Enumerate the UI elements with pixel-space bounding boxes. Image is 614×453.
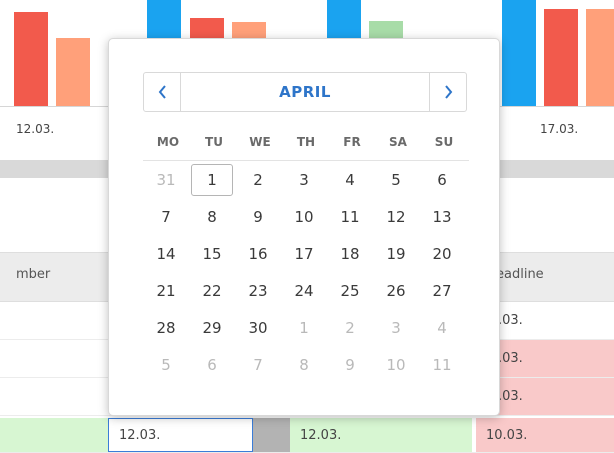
calendar-day[interactable]: 15 <box>191 238 233 270</box>
calendar-day[interactable]: 8 <box>283 349 325 381</box>
deadline-cell[interactable]: .03. <box>488 340 614 377</box>
chevron-left-icon <box>158 85 167 99</box>
column-header-number[interactable]: mber <box>16 267 50 282</box>
date-input[interactable]: 12.03. <box>108 418 253 452</box>
calendar-day[interactable]: 6 <box>191 349 233 381</box>
calendar-day[interactable]: 24 <box>283 275 325 307</box>
calendar-day[interactable]: 1 <box>283 312 325 344</box>
chart-bar <box>544 9 578 106</box>
table-cell[interactable] <box>0 418 108 452</box>
calendar-day[interactable]: 26 <box>375 275 417 307</box>
date-picker-popup: APRIL MO TU WE TH FR SA SU 31 1 2 3 4 5 6 7 8 9 10… <box>108 38 500 416</box>
calendar-day[interactable]: 29 <box>191 312 233 344</box>
calendar-day[interactable]: 6 <box>421 164 463 196</box>
calendar-day[interactable]: 2 <box>237 164 279 196</box>
chart-bar <box>502 0 536 106</box>
chart-bar <box>56 38 90 106</box>
calendar-day[interactable]: 5 <box>375 164 417 196</box>
table-row[interactable]: 12.03. 12.03. 10.03. <box>0 418 614 453</box>
weekday-label: SU <box>434 135 454 149</box>
calendar-day[interactable]: 25 <box>329 275 371 307</box>
weekday-label: SA <box>389 135 407 149</box>
chart-axis-label: 17.03. <box>540 122 579 136</box>
calendar-day[interactable]: 23 <box>237 275 279 307</box>
month-title[interactable]: APRIL <box>180 73 430 111</box>
deadline-cell[interactable]: 10.03. <box>476 418 614 452</box>
calendar-day[interactable]: 2 <box>329 312 371 344</box>
calendar-day[interactable]: 16 <box>237 238 279 270</box>
month-navigation: APRIL <box>143 72 467 112</box>
calendar-day[interactable]: 10 <box>283 201 325 233</box>
calendar-day[interactable]: 4 <box>329 164 371 196</box>
calendar-day[interactable]: 5 <box>145 349 187 381</box>
weekday-label: FR <box>343 135 361 149</box>
chevron-right-icon <box>444 85 453 99</box>
table-cell[interactable]: 12.03. <box>290 418 472 452</box>
calendar-day[interactable]: 18 <box>329 238 371 270</box>
calendar-day[interactable]: 22 <box>191 275 233 307</box>
calendar-day[interactable]: 11 <box>421 349 463 381</box>
calendar-day[interactable]: 19 <box>375 238 417 270</box>
calendar-day[interactable]: 17 <box>283 238 325 270</box>
next-month-button[interactable] <box>429 73 466 111</box>
calendar-day[interactable]: 27 <box>421 275 463 307</box>
calendar-day[interactable]: 7 <box>145 201 187 233</box>
calendar-day[interactable]: 20 <box>421 238 463 270</box>
deadline-cell[interactable]: .03. <box>488 378 614 415</box>
calendar-day[interactable]: 3 <box>375 312 417 344</box>
calendar-day[interactable]: 8 <box>191 201 233 233</box>
calendar-day[interactable]: 14 <box>145 238 187 270</box>
chart-bar <box>586 9 614 106</box>
calendar-day[interactable]: 11 <box>329 201 371 233</box>
previous-month-button[interactable] <box>144 73 181 111</box>
calendar-day[interactable]: 10 <box>375 349 417 381</box>
calendar-day-today[interactable]: 1 <box>191 164 233 196</box>
deadline-cell[interactable]: .03. <box>488 302 614 339</box>
calendar-day[interactable]: 4 <box>421 312 463 344</box>
calendar-day[interactable]: 7 <box>237 349 279 381</box>
weekday-label: TH <box>296 135 316 149</box>
weekday-header: MO TU WE TH FR SA SU <box>143 135 469 157</box>
calendar-day[interactable]: 21 <box>145 275 187 307</box>
weekday-label: WE <box>249 135 271 149</box>
calendar-toggle-button[interactable] <box>253 418 290 452</box>
chart-bar <box>14 12 48 106</box>
calendar-day[interactable]: 9 <box>237 201 279 233</box>
calendar-day[interactable]: 12 <box>375 201 417 233</box>
calendar-day[interactable]: 9 <box>329 349 371 381</box>
weekday-label: MO <box>156 135 180 149</box>
column-header-deadline[interactable]: eadline <box>496 267 544 282</box>
calendar-day[interactable]: 30 <box>237 312 279 344</box>
weekday-divider <box>143 160 469 161</box>
calendar-day[interactable]: 3 <box>283 164 325 196</box>
calendar-day[interactable]: 28 <box>145 312 187 344</box>
chart-axis-label: 12.03. <box>16 122 55 136</box>
weekday-label: TU <box>205 135 223 149</box>
calendar-day[interactable]: 13 <box>421 201 463 233</box>
calendar-day[interactable]: 31 <box>145 164 187 196</box>
